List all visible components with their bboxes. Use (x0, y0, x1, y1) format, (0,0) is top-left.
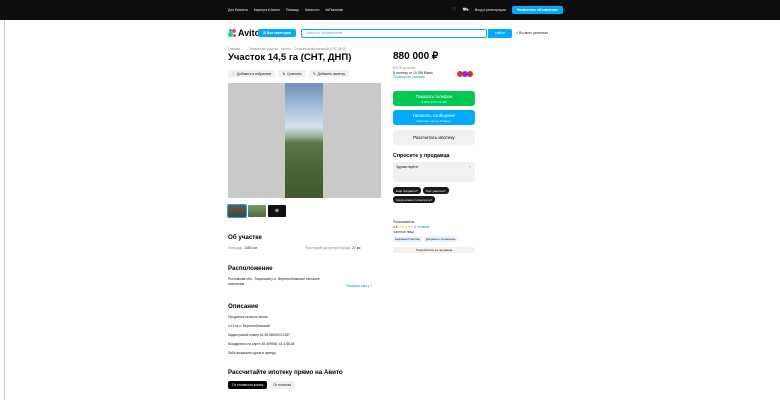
nav-business-link[interactable]: Для бизнеса (228, 8, 248, 12)
badge-reliable: Надёжный партнёр (393, 236, 423, 242)
masked-phone: 8 9XX XXX-XX-XX (421, 99, 447, 104)
message-text: Здравствуйте! (396, 165, 419, 169)
seller-rating-row: 4,8 ★★★★★ 8 отзывов (393, 225, 429, 229)
logo-dots-icon (228, 28, 237, 38)
add-favorite-button[interactable]: ♡ Добавить в избранное (228, 70, 276, 77)
price-per-sotka: 607 ₽ за сотку (393, 66, 415, 70)
description-line: Кадастровый номер 61:38:0600003:1287 (228, 333, 290, 337)
quick-questions: Ещё продаёте? Торг уместен? Когда можно … (393, 187, 479, 204)
badge-docs-checked: Документы проверены (423, 236, 458, 242)
description-line: Координаты на карте 48.409948, 41.478108 (228, 342, 295, 346)
about-heading: Об участке (228, 234, 262, 241)
chip-bargain[interactable]: Торг уместен? (422, 187, 449, 195)
compare-button[interactable]: ⇅ Сравнить (278, 70, 306, 77)
photo-thumbnails: ⊕ (227, 204, 286, 218)
description-line: Либо возможна сдача в аренду (228, 351, 276, 355)
categories-label: Все категории (267, 31, 291, 35)
login-link[interactable]: Вход и регистрация (475, 8, 506, 12)
page-title: Участок 14,5 га (СНТ, ДНП) (228, 52, 352, 63)
region-selector[interactable]: ● Во всех регионах (516, 31, 548, 35)
nav-catalogs-link[interactable]: Каталоги (305, 8, 319, 12)
breadcrumb[interactable]: Главная · … · Земельные участки · Купить… (228, 47, 346, 51)
main-photo[interactable] (228, 83, 381, 198)
chevron-down-icon: ˅ (370, 284, 373, 288)
area-value: 1450 сот. (244, 246, 258, 250)
bank-logos (457, 71, 473, 77)
address-text-line2: поселение (228, 282, 245, 286)
write-message-label: Написать сообщение (412, 112, 456, 118)
tab-from-payment[interactable]: От платежа (269, 381, 296, 389)
seller-reviews-link[interactable]: 8 отзывов (414, 225, 429, 229)
nav-ihelp-link[interactable]: #яПомогаю (325, 8, 343, 12)
all-categories-button[interactable]: ☰ Все категории (258, 29, 296, 37)
region-label: Во всех регионах (519, 30, 549, 35)
show-phone-label: Показать телефон (415, 93, 453, 99)
description-heading: Описание (228, 303, 259, 310)
message-input[interactable]: Здравствуйте! × (393, 162, 475, 182)
thumbnail-2[interactable] (248, 205, 266, 217)
search-button[interactable]: Найти (488, 28, 512, 38)
cart-icon[interactable]: ⛟ (462, 7, 468, 14)
post-ad-button[interactable]: Разместить объявление (511, 6, 563, 14)
seller-rating: 4,8 (393, 225, 398, 229)
top-right: ♡ ⛟ Вход и регистрация Разместить объявл… (452, 6, 563, 14)
top-nav: Для бизнеса Карьера в Авито Помощь Катал… (228, 8, 343, 12)
chip-still-selling[interactable]: Ещё продаёте? (393, 187, 421, 195)
logo-text: Avito (238, 28, 261, 38)
note-icon: ✎ (312, 71, 316, 76)
listing-actions: ♡ Добавить в избранное ⇅ Сравнить ✎ Доба… (228, 70, 350, 77)
address-text: Ростовская обл., Тацинский р-н, Верхнеоб… (228, 277, 320, 281)
header: Avito ☰ Все категории Поиск по объявлени… (228, 27, 558, 41)
seller-badges: Надёжный партнёр Документы проверены (393, 236, 458, 242)
add-favorite-label: Добавить в избранное (236, 71, 272, 76)
mortgage-heading: Рассчитайте ипотеку прямо на Авито (228, 369, 343, 376)
description-line: Продается сельхоз земля. (228, 315, 269, 319)
nav-help-link[interactable]: Помощь (286, 8, 299, 12)
location-heading: Расположение (228, 265, 273, 272)
compare-icon: ⇅ (282, 71, 286, 76)
add-note-button[interactable]: ✎ Добавить заметку (308, 70, 350, 77)
bank-logo-icon (467, 71, 473, 77)
description-line: 14,5 га х. Верхнеобливский (228, 324, 270, 328)
location-pin-icon: ● (516, 30, 519, 35)
clear-icon[interactable]: × (469, 165, 471, 169)
seller-type: Частное лицо (393, 230, 415, 234)
show-phone-button[interactable]: Показать телефон 8 9XX XXX-XX-XX (393, 91, 475, 106)
nav-career-link[interactable]: Карьера в Авито (254, 8, 280, 12)
calc-mortgage-button[interactable]: Рассчитать ипотеку (393, 130, 475, 145)
price: 880 000 ₽ (393, 51, 439, 62)
show-map-link[interactable]: Показать карту ˅ (346, 284, 372, 288)
distance-label: Расстояние до центра города: (305, 246, 352, 250)
search-input[interactable]: Поиск по объявлениям (301, 28, 487, 38)
reply-time: Отвечает около 30 минут (416, 118, 452, 123)
seller-name[interactable]: Пользователь (393, 220, 414, 224)
show-map-label: Показать карту (346, 284, 370, 288)
star-icon: ★★★★★ (398, 225, 414, 229)
thumbnail-more-icon[interactable]: ⊕ (268, 205, 286, 217)
area-row: Площадь: 1450 сот. (228, 246, 258, 250)
heart-icon: ♡ (232, 71, 235, 76)
write-message-button[interactable]: Написать сообщение Отвечает около 30 мин… (393, 110, 475, 125)
field-photo-image (285, 83, 323, 198)
thumbnail-1[interactable] (227, 204, 247, 218)
area-label: Площадь: (228, 246, 244, 250)
mortgage-conditions-link[interactable]: Посмотреть условия (393, 75, 425, 79)
subscribe-seller-button[interactable]: Подписаться на продавца (393, 247, 475, 253)
tab-from-price[interactable]: От стоимости жилья (228, 381, 268, 389)
heart-icon[interactable]: ♡ (452, 7, 456, 13)
compare-label: Сравнить (287, 71, 302, 76)
top-bar: Для бизнеса Карьера в Авито Помощь Катал… (0, 0, 780, 20)
distance-value: 27 км (352, 246, 361, 250)
add-note-label: Добавить заметку (317, 71, 346, 76)
avito-logo[interactable]: Avito (228, 28, 260, 38)
distance-row: Расстояние до центра города: 27 км (305, 246, 360, 250)
page-edge-line (4, 20, 5, 400)
ask-seller-heading: Спросите у продавца (393, 153, 450, 159)
chip-when-view[interactable]: Когда можно посмотреть? (393, 196, 436, 204)
mortgage-tabs: От стоимости жилья От платежа (228, 381, 296, 389)
